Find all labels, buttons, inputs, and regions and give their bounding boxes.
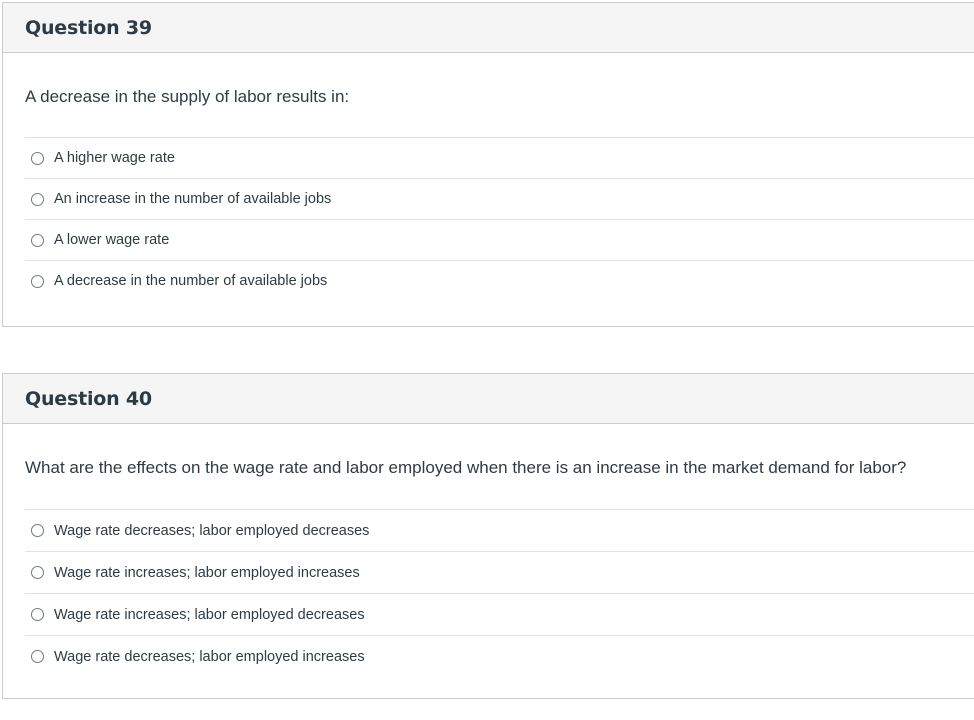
answer-label: Wage rate increases; labor employed decr… <box>54 606 365 623</box>
radio-button[interactable] <box>31 274 44 288</box>
answer-option[interactable]: A decrease in the number of available jo… <box>25 260 974 301</box>
answer-label: Wage rate increases; labor employed incr… <box>54 564 360 581</box>
radio-button[interactable] <box>31 192 44 206</box>
answer-label: Wage rate decreases; labor employed incr… <box>54 648 365 665</box>
answer-label: Wage rate decreases; labor employed decr… <box>54 522 370 539</box>
answer-label: A lower wage rate <box>54 232 170 248</box>
radio-button[interactable] <box>31 524 44 537</box>
answer-option[interactable]: A lower wage rate <box>25 219 974 260</box>
radio-button[interactable] <box>31 650 44 663</box>
question-title: Question 40 <box>25 387 152 410</box>
question-card-40: Question 40 What are the effects on the … <box>2 373 974 699</box>
radio-button[interactable] <box>31 233 44 247</box>
answer-label: A higher wage rate <box>54 150 175 166</box>
answer-label: A decrease in the number of available jo… <box>54 273 328 289</box>
answer-option[interactable]: Wage rate increases; labor employed incr… <box>25 551 974 593</box>
question-header: Question 39 <box>3 3 974 53</box>
answer-list: A higher wage rate An increase in the nu… <box>25 137 974 301</box>
answer-option[interactable]: An increase in the number of available j… <box>25 178 974 219</box>
question-header: Question 40 <box>3 374 974 424</box>
radio-button[interactable] <box>31 566 44 579</box>
radio-button[interactable] <box>31 151 44 165</box>
answer-list: Wage rate decreases; labor employed decr… <box>25 509 974 677</box>
answer-label: An increase in the number of available j… <box>54 191 332 207</box>
answer-option[interactable]: A higher wage rate <box>25 137 974 178</box>
radio-button[interactable] <box>31 608 44 621</box>
question-text: A decrease in the supply of labor result… <box>25 87 350 106</box>
question-card-39: Question 39 A decrease in the supply of … <box>2 2 974 327</box>
answer-option[interactable]: Wage rate decreases; labor employed incr… <box>25 635 974 677</box>
answer-option[interactable]: Wage rate increases; labor employed decr… <box>25 593 974 635</box>
question-title: Question 39 <box>25 16 152 39</box>
answer-option[interactable]: Wage rate decreases; labor employed decr… <box>25 509 974 551</box>
question-text: What are the effects on the wage rate an… <box>25 458 907 477</box>
